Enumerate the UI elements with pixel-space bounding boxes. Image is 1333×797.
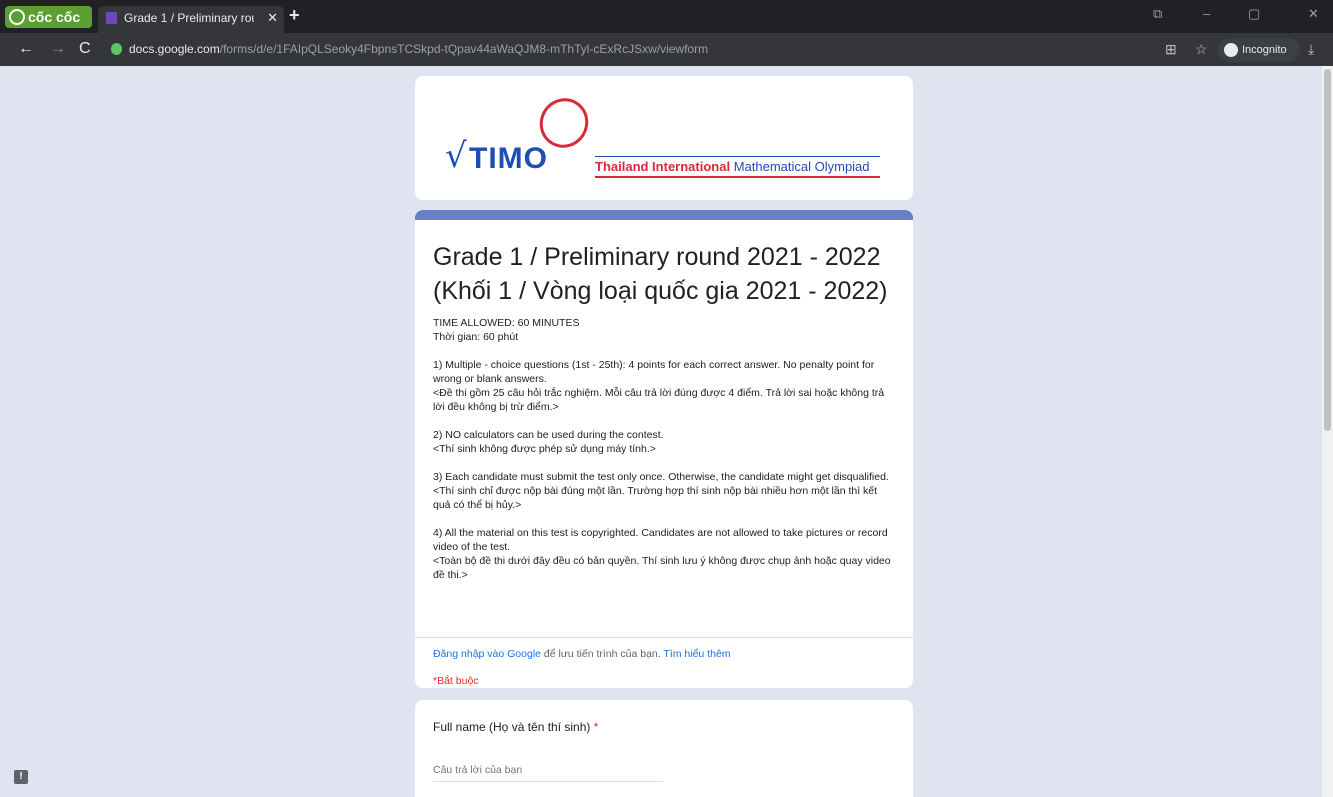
minimize-button[interactable]: –	[1203, 6, 1210, 21]
tab-search-icon[interactable]: ⧉	[1153, 6, 1162, 22]
learn-more-link[interactable]: Tìm hiểu thêm	[663, 648, 730, 660]
translate-icon[interactable]: ⊞	[1165, 41, 1177, 58]
logo-divider	[595, 156, 880, 157]
page-scrollbar[interactable]	[1322, 66, 1333, 797]
restore-button[interactable]: ▢	[1248, 6, 1260, 22]
forward-button[interactable]: →	[50, 40, 66, 58]
reload-button[interactable]: C	[79, 40, 91, 58]
required-star: *	[593, 720, 599, 734]
brand-label: cốc cốc	[28, 9, 81, 25]
logo-underline	[595, 176, 880, 178]
question-card: Full name (Họ và tên thí sinh) * Câu trả…	[415, 700, 913, 797]
description-time: TIME ALLOWED: 60 MINUTES Thời gian: 60 p…	[433, 317, 580, 343]
feedback-icon[interactable]: !	[14, 770, 28, 784]
download-icon[interactable]: ⤓	[1308, 41, 1314, 58]
header-banner-card: √ TIMO Thailand International Mathematic…	[415, 76, 913, 200]
incognito-label: Incognito	[1242, 44, 1287, 56]
coccoc-menu-button[interactable]: cốc cốc	[5, 6, 92, 28]
url-path: /forms/d/e/1FAIpQLSeoky4FbpnsTCSkpd-tQpa…	[219, 42, 709, 56]
new-tab-button[interactable]: +	[289, 5, 300, 26]
description-rule-2: 2) NO calculators can be used during the…	[433, 429, 664, 455]
logo-timo-text: TIMO	[469, 142, 548, 175]
form-header-card: Grade 1 / Preliminary round 2021 - 2022 …	[415, 210, 913, 688]
card-divider	[415, 637, 913, 638]
tab-bar: cốc cốc Grade 1 / Preliminary round 2021…	[0, 0, 1333, 33]
signin-link[interactable]: Đăng nhập vào Google	[433, 648, 541, 660]
tab-close-icon[interactable]: ✕	[267, 6, 278, 30]
scrollbar-thumb[interactable]	[1324, 69, 1331, 431]
question-text: Full name (Họ và tên thí sinh)	[433, 720, 591, 734]
incognito-icon	[1224, 43, 1238, 57]
close-window-button[interactable]: ✕	[1308, 6, 1319, 22]
logo-sqrt-symbol: √	[445, 136, 467, 176]
bookmark-star-icon[interactable]: ☆	[1195, 41, 1208, 58]
question-label: Full name (Họ và tên thí sinh) *	[433, 720, 598, 734]
browser-toolbar: ← → C docs.google.com/forms/d/e/1FAIpQLS…	[0, 33, 1333, 66]
full-name-input[interactable]: Câu trả lời của bạn	[433, 764, 663, 782]
tab-title: Grade 1 / Preliminary round 2021 - 2022	[124, 11, 254, 25]
lock-icon[interactable]	[111, 43, 122, 55]
signin-text: để lưu tiến trình của bạn.	[541, 648, 664, 660]
form-description: TIME ALLOWED: 60 MINUTES Thời gian: 60 p…	[433, 316, 893, 596]
description-rule-4: 4) All the material on this test is copy…	[433, 527, 891, 581]
coccoc-logo-icon	[9, 9, 25, 25]
incognito-badge[interactable]: Incognito	[1218, 38, 1300, 62]
description-rule-3: 3) Each candidate must submit the test o…	[433, 471, 889, 511]
signin-notice: Đăng nhập vào Google để lưu tiến trình c…	[433, 648, 731, 660]
url-host: docs.google.com	[129, 42, 220, 56]
back-button[interactable]: ←	[18, 40, 34, 58]
forms-favicon-icon	[106, 12, 117, 24]
address-bar[interactable]: docs.google.com/forms/d/e/1FAIpQLSeoky4F…	[129, 42, 708, 56]
required-note: *Bắt buộc	[433, 675, 479, 687]
description-rule-1: 1) Multiple - choice questions (1st - 25…	[433, 359, 885, 413]
browser-tab[interactable]: Grade 1 / Preliminary round 2021 - 2022 …	[98, 6, 284, 33]
form-title: Grade 1 / Preliminary round 2021 - 2022 …	[433, 243, 888, 305]
logo-tagline: Thailand International Mathematical Olym…	[595, 159, 870, 174]
